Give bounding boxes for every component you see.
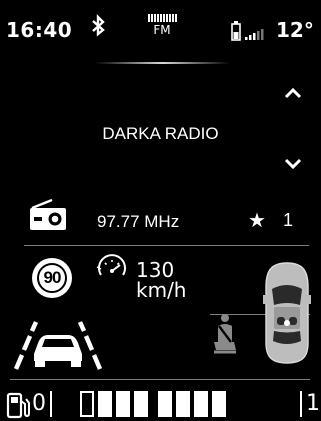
section-divider <box>24 245 309 246</box>
speedometer-icon <box>96 254 126 276</box>
favorite-star-icon[interactable]: ★ <box>248 208 266 232</box>
preset-number: 1 <box>283 210 294 230</box>
cruise-speed-readout: 130 km/h <box>136 260 186 300</box>
station-name: DARKA RADIO <box>102 124 219 143</box>
fuel-pump-icon <box>6 392 30 419</box>
radio-icon <box>30 198 66 230</box>
signal-strength-icon <box>245 29 264 40</box>
outside-temperature: 12° <box>276 18 314 42</box>
lane-assist-icon <box>13 321 103 370</box>
fuel-segment <box>194 391 208 417</box>
fuel-segment <box>158 391 172 417</box>
gauge-divider <box>10 379 310 380</box>
cruise-speed-unit: km/h <box>136 278 187 302</box>
band-label: FM <box>153 23 171 37</box>
frequency-display: 97.77 MHz <box>97 212 180 231</box>
fuel-full-marker <box>300 391 302 417</box>
chevron-down-icon[interactable] <box>283 157 303 171</box>
seatbelt-warning-icon <box>214 314 236 354</box>
chevron-up-icon[interactable] <box>283 86 303 100</box>
fuel-level-segments <box>80 391 226 417</box>
clock: 16:40 <box>6 18 73 42</box>
status-divider <box>95 62 230 64</box>
fuel-min-label: 0 <box>32 391 46 416</box>
band-tuning-ticks <box>145 14 179 22</box>
fuel-segment <box>80 391 94 417</box>
fuel-segment <box>134 391 148 417</box>
bluetooth-icon <box>92 14 105 37</box>
radio-band-indicator: FM <box>145 14 179 36</box>
fuel-half-marker <box>185 391 187 417</box>
speed-limit-value: 90 <box>43 268 62 287</box>
battery-icon <box>231 21 241 41</box>
car-top-view-icon <box>263 262 311 364</box>
fuel-max-label: 1 <box>306 391 320 416</box>
fuel-segment <box>176 391 190 417</box>
fuel-segment <box>116 391 130 417</box>
fuel-segment <box>212 391 226 417</box>
fuel-segment <box>98 391 112 417</box>
cruise-speed-value: 130 <box>136 258 175 282</box>
speed-limit-sign: 90 <box>32 258 72 298</box>
